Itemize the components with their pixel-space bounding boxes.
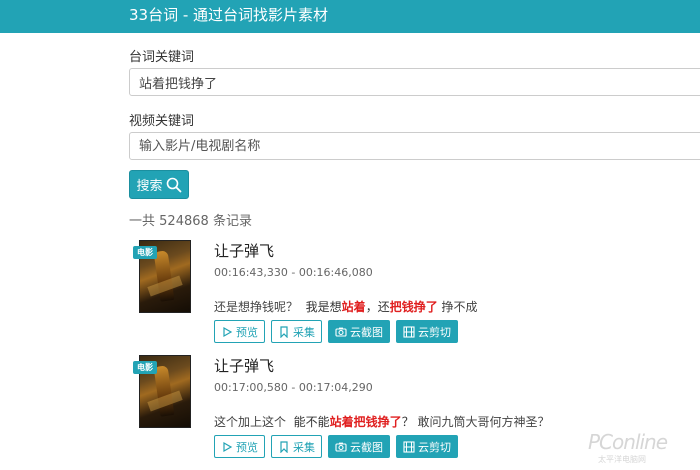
- timecode: 00:17:00,580 - 00:17:04,290: [214, 381, 373, 394]
- result-count-number: 524868: [159, 214, 209, 229]
- line-keyword-label: 台词关键词: [129, 50, 195, 65]
- camera-icon: [335, 327, 347, 337]
- cloud-clip-button[interactable]: 云剪切: [396, 320, 458, 343]
- preview-button[interactable]: 预览: [214, 435, 265, 458]
- dialogue-line: 这个加上这个 能不能站着把钱挣了？ 敢问九筒大哥何方神圣？: [214, 415, 550, 429]
- cloud-screenshot-button[interactable]: 云截图: [328, 320, 390, 343]
- search-button[interactable]: 搜索: [129, 170, 189, 199]
- cloud-screenshot-button[interactable]: 云截图: [328, 435, 390, 458]
- search-icon: [166, 177, 181, 192]
- play-icon: [223, 441, 233, 452]
- type-badge: 电影: [133, 246, 157, 259]
- result-count: 一共 524868 条记录: [129, 214, 252, 229]
- camera-icon: [335, 442, 347, 452]
- collect-button[interactable]: 采集: [271, 435, 322, 458]
- dialogue-line: 还是想挣钱呢？ 我是想站着，还把钱挣了 挣不成: [214, 300, 478, 314]
- watermark-subtitle: 太平洋电脑网: [598, 455, 646, 464]
- timecode: 00:16:43,330 - 00:16:46,080: [214, 266, 373, 279]
- cloud-clip-button[interactable]: 云剪切: [396, 435, 458, 458]
- video-keyword-label: 视频关键词: [129, 114, 195, 129]
- bookmark-icon: [280, 440, 288, 453]
- video-keyword-input[interactable]: [129, 132, 700, 160]
- film-icon: [403, 325, 415, 338]
- movie-title[interactable]: 让子弹飞: [214, 355, 274, 376]
- watermark-logo: PConline: [588, 430, 668, 454]
- type-badge: 电影: [133, 361, 157, 374]
- film-icon: [403, 440, 415, 453]
- line-keyword-input[interactable]: [129, 68, 700, 96]
- result-item: 电影 让子弹飞 00:16:43,330 - 00:16:46,080 还是想挣…: [0, 240, 700, 350]
- play-icon: [223, 326, 233, 337]
- search-button-label: 搜索: [136, 179, 163, 194]
- collect-button[interactable]: 采集: [271, 320, 322, 343]
- result-actions: 预览 采集 云截图 云剪切: [214, 435, 458, 458]
- app-title: 33台词 - 通过台词找影片素材: [129, 6, 329, 24]
- bookmark-icon: [280, 325, 288, 338]
- preview-button[interactable]: 预览: [214, 320, 265, 343]
- result-actions: 预览 采集 云截图 云剪切: [214, 320, 458, 343]
- app-header: 33台词 - 通过台词找影片素材: [0, 0, 700, 33]
- movie-title[interactable]: 让子弹飞: [214, 240, 274, 261]
